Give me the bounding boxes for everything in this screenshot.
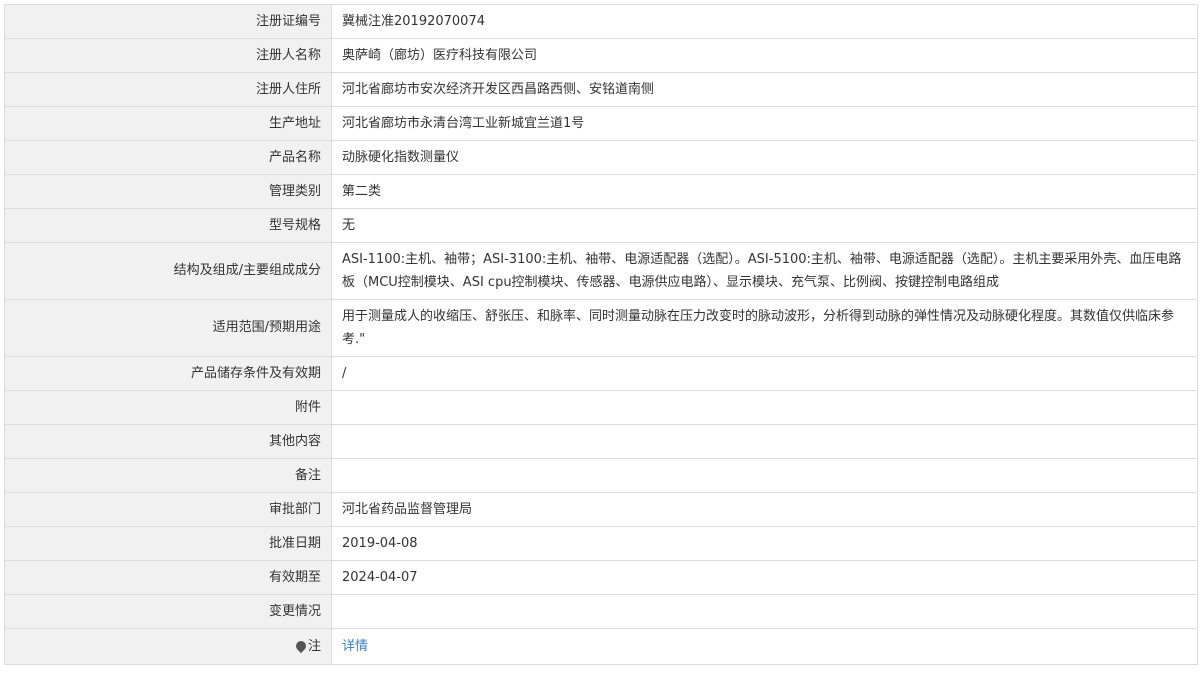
label-change-status: 变更情况 [4, 594, 332, 629]
label-registration-number: 注册证编号 [4, 4, 332, 39]
note-label: 注 [307, 638, 321, 654]
label-management-category: 管理类别 [4, 174, 332, 209]
details-link[interactable]: 详情 [342, 639, 368, 654]
row-registrant-name: 注册人名称 奥萨崎（廊坊）医疗科技有限公司 [4, 38, 1198, 73]
label-registrant-name: 注册人名称 [4, 38, 332, 73]
label-registrant-address: 注册人住所 [4, 72, 332, 107]
value-production-address: 河北省廊坊市永清台湾工业新城宜兰道1号 [331, 106, 1198, 141]
value-structure-composition: ASI-1100:主机、袖带；ASI-3100:主机、袖带、电源适配器（选配）。… [331, 242, 1198, 300]
row-structure-composition: 结构及组成/主要组成成分 ASI-1100:主机、袖带；ASI-3100:主机、… [4, 242, 1198, 300]
label-approval-department: 审批部门 [4, 492, 332, 527]
registration-detail-table: 注册证编号 冀械注准20192070074 注册人名称 奥萨崎（廊坊）医疗科技有… [4, 4, 1198, 665]
label-note: 注 [4, 628, 332, 665]
value-storage-validity: / [331, 356, 1198, 391]
row-product-name: 产品名称 动脉硬化指数测量仪 [4, 140, 1198, 175]
value-model-spec: 无 [331, 208, 1198, 243]
row-change-status: 变更情况 [4, 594, 1198, 629]
value-intended-use: 用于测量成人的收缩压、舒张压、和脉率、同时测量动脉在压力改变时的脉动波形，分析得… [331, 299, 1198, 357]
value-registration-number: 冀械注准20192070074 [331, 4, 1198, 39]
value-management-category: 第二类 [331, 174, 1198, 209]
row-registrant-address: 注册人住所 河北省廊坊市安次经济开发区西昌路西侧、安铭道南侧 [4, 72, 1198, 107]
label-storage-validity: 产品储存条件及有效期 [4, 356, 332, 391]
value-other-content [331, 424, 1198, 459]
row-approval-date: 批准日期 2019-04-08 [4, 526, 1198, 561]
row-storage-validity: 产品储存条件及有效期 / [4, 356, 1198, 391]
row-approval-department: 审批部门 河北省药品监督管理局 [4, 492, 1198, 527]
value-change-status [331, 594, 1198, 629]
row-valid-until: 有效期至 2024-04-07 [4, 560, 1198, 595]
label-other-content: 其他内容 [4, 424, 332, 459]
label-production-address: 生产地址 [4, 106, 332, 141]
label-structure-composition: 结构及组成/主要组成成分 [4, 242, 332, 300]
row-model-spec: 型号规格 无 [4, 208, 1198, 243]
pin-icon [293, 638, 309, 653]
label-approval-date: 批准日期 [4, 526, 332, 561]
label-product-name: 产品名称 [4, 140, 332, 175]
label-attachment: 附件 [4, 390, 332, 425]
label-intended-use: 适用范围/预期用途 [4, 299, 332, 357]
row-intended-use: 适用范围/预期用途 用于测量成人的收缩压、舒张压、和脉率、同时测量动脉在压力改变… [4, 299, 1198, 357]
label-model-spec: 型号规格 [4, 208, 332, 243]
row-remarks: 备注 [4, 458, 1198, 493]
row-note: 注 详情 [4, 628, 1198, 665]
value-note: 详情 [331, 628, 1198, 665]
row-other-content: 其他内容 [4, 424, 1198, 459]
label-remarks: 备注 [4, 458, 332, 493]
row-registration-number: 注册证编号 冀械注准20192070074 [4, 4, 1198, 39]
value-approval-department: 河北省药品监督管理局 [331, 492, 1198, 527]
value-approval-date: 2019-04-08 [331, 526, 1198, 561]
value-attachment [331, 390, 1198, 425]
row-management-category: 管理类别 第二类 [4, 174, 1198, 209]
row-attachment: 附件 [4, 390, 1198, 425]
value-remarks [331, 458, 1198, 493]
value-valid-until: 2024-04-07 [331, 560, 1198, 595]
label-valid-until: 有效期至 [4, 560, 332, 595]
value-product-name: 动脉硬化指数测量仪 [331, 140, 1198, 175]
row-production-address: 生产地址 河北省廊坊市永清台湾工业新城宜兰道1号 [4, 106, 1198, 141]
value-registrant-name: 奥萨崎（廊坊）医疗科技有限公司 [331, 38, 1198, 73]
value-registrant-address: 河北省廊坊市安次经济开发区西昌路西侧、安铭道南侧 [331, 72, 1198, 107]
